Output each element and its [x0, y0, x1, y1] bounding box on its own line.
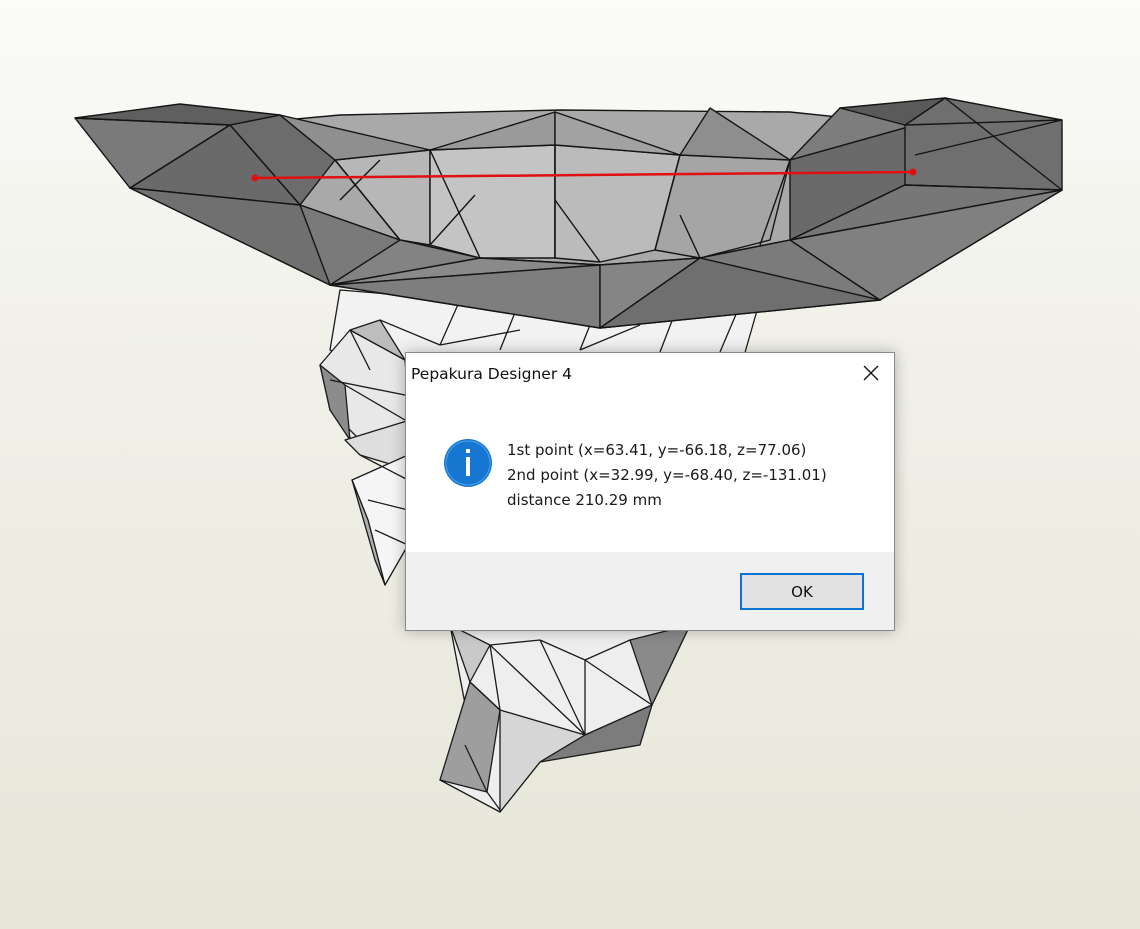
- information-icon: [444, 439, 492, 487]
- first-point-line: 1st point (x=63.41, y=-66.18, z=77.06): [507, 441, 807, 459]
- dialog-message: 1st point (x=63.41, y=-66.18, z=77.06) 2…: [507, 438, 827, 513]
- distance-line: distance 210.29 mm: [507, 491, 662, 509]
- message-dialog: Pepakura Designer 4 1st point (x=63.41, …: [405, 352, 895, 631]
- dialog-title: Pepakura Designer 4: [411, 365, 573, 383]
- top-cap-mesh: [74, 97, 1063, 329]
- close-icon: [863, 365, 879, 381]
- dialog-message-area: 1st point (x=63.41, y=-66.18, z=77.06) 2…: [406, 395, 894, 552]
- ok-button[interactable]: OK: [740, 573, 864, 610]
- second-point-marker: [909, 168, 917, 176]
- second-point-line: 2nd point (x=32.99, y=-68.40, z=-131.01): [507, 466, 827, 484]
- dialog-titlebar[interactable]: Pepakura Designer 4: [406, 353, 894, 395]
- first-point-marker: [251, 174, 259, 182]
- close-button[interactable]: [848, 353, 894, 393]
- dialog-footer: OK: [406, 552, 894, 630]
- lower-face-mesh: [439, 624, 691, 813]
